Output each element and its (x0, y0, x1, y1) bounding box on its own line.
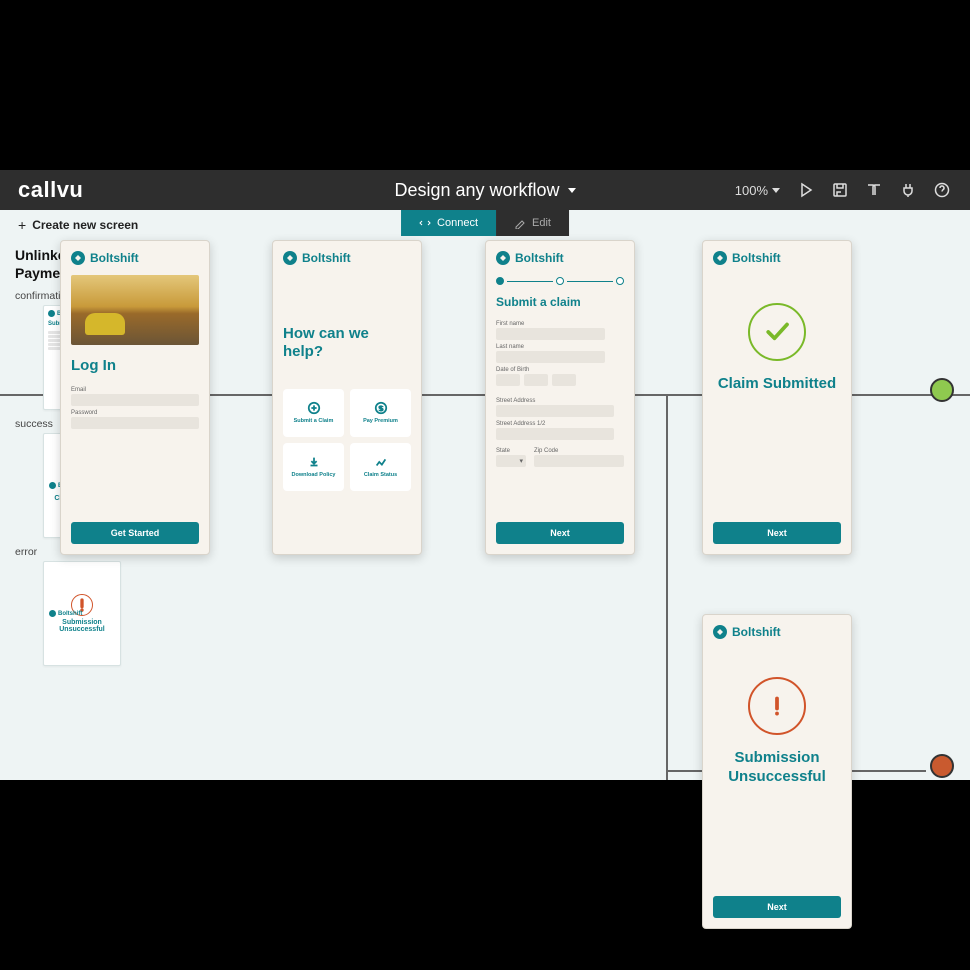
dob-day-field[interactable] (524, 374, 548, 386)
chart-icon (374, 455, 388, 469)
flow-endpoint-error[interactable] (930, 754, 954, 778)
tab-edit-label: Edit (532, 217, 551, 229)
flow-endpoint-success[interactable] (930, 378, 954, 402)
check-circle-icon (748, 303, 806, 361)
screen-title: How can we help? (283, 325, 411, 361)
screen-login[interactable]: Boltshift Log In Email Password Get Star… (60, 240, 210, 555)
bolt-icon (283, 251, 297, 265)
screen-claim-submitted[interactable]: Boltshift Claim Submitted Next (702, 240, 852, 555)
next-button[interactable]: Next (713, 522, 841, 544)
connector-line (666, 394, 668, 780)
plus-circle-icon (307, 401, 321, 415)
alert-circle-icon (748, 677, 806, 735)
app-header: callvu Design any workflow 100% (0, 170, 970, 210)
email-label: Email (71, 387, 199, 393)
first-name-label: First name (496, 321, 624, 327)
page-title: Design any workflow (394, 180, 559, 201)
state-label: State (496, 448, 526, 454)
thumb-error-label: Submission Unsuccessful (49, 619, 115, 634)
bolt-icon (713, 625, 727, 639)
get-started-button[interactable]: Get Started (71, 522, 199, 544)
thumbnail-error[interactable]: Boltshift Submission Unsuccessful (43, 561, 121, 666)
next-button[interactable]: Next (713, 896, 841, 918)
address-label: Street Address (496, 398, 624, 404)
address2-field[interactable] (496, 428, 614, 440)
dob-year-field[interactable] (552, 374, 576, 386)
play-icon[interactable] (798, 182, 814, 198)
bolt-icon (496, 251, 510, 265)
last-name-field[interactable] (496, 351, 605, 363)
chevron-down-icon (568, 188, 576, 193)
hero-image (71, 275, 199, 345)
progress-stepper (496, 277, 624, 285)
screen-title: Log In (71, 357, 199, 375)
screen-title: Submission Unsuccessful (713, 749, 841, 787)
zip-label: Zip Code (534, 448, 624, 454)
screen-help[interactable]: Boltshift How can we help? Submit a Clai… (272, 240, 422, 555)
screen-brand: Boltshift (732, 625, 781, 639)
dollar-icon (374, 401, 388, 415)
screen-title: Submit a claim (496, 295, 624, 309)
dob-month-field[interactable] (496, 374, 520, 386)
last-name-label: Last name (496, 344, 624, 350)
download-icon (307, 455, 321, 469)
tile-download-policy[interactable]: Download Policy (283, 443, 344, 491)
tab-connect[interactable]: Connect (401, 210, 496, 236)
chevron-down-icon (772, 188, 780, 193)
save-icon[interactable] (832, 182, 848, 198)
screen-submit-claim[interactable]: Boltshift Submit a claim First name Last… (485, 240, 635, 555)
plug-icon[interactable] (900, 182, 916, 198)
zoom-value: 100% (735, 183, 768, 198)
screen-brand: Boltshift (90, 251, 139, 265)
tab-connect-label: Connect (437, 217, 478, 229)
dob-label: Date of Birth (496, 367, 624, 373)
screen-submission-unsuccessful[interactable]: Boltshift Submission Unsuccessful Next (702, 614, 852, 929)
help-icon[interactable] (934, 182, 950, 198)
book-icon[interactable] (866, 182, 882, 198)
tile-claim-status[interactable]: Claim Status (350, 443, 411, 491)
toolbar: Connect Edit (0, 210, 970, 236)
workflow-title-dropdown[interactable]: Design any workflow (394, 180, 575, 201)
screen-brand: Boltshift (732, 251, 781, 265)
screen-brand: Boltshift (302, 251, 351, 265)
address-field[interactable] (496, 405, 614, 417)
bolt-icon (713, 251, 727, 265)
address2-label: Street Address 1/2 (496, 421, 624, 427)
screen-title: Claim Submitted (713, 375, 841, 394)
zip-field[interactable] (534, 455, 624, 467)
screen-brand: Boltshift (515, 251, 564, 265)
bolt-icon (71, 251, 85, 265)
tab-edit[interactable]: Edit (496, 210, 569, 236)
email-field[interactable] (71, 394, 199, 406)
zoom-control[interactable]: 100% (735, 183, 780, 198)
state-select[interactable]: ▾ (496, 455, 526, 467)
tile-pay-premium[interactable]: Pay Premium (350, 389, 411, 437)
first-name-field[interactable] (496, 328, 605, 340)
brand-logo: callvu (18, 177, 83, 203)
tile-submit-claim[interactable]: Submit a Claim (283, 389, 344, 437)
password-label: Password (71, 410, 199, 416)
password-field[interactable] (71, 417, 199, 429)
next-button[interactable]: Next (496, 522, 624, 544)
